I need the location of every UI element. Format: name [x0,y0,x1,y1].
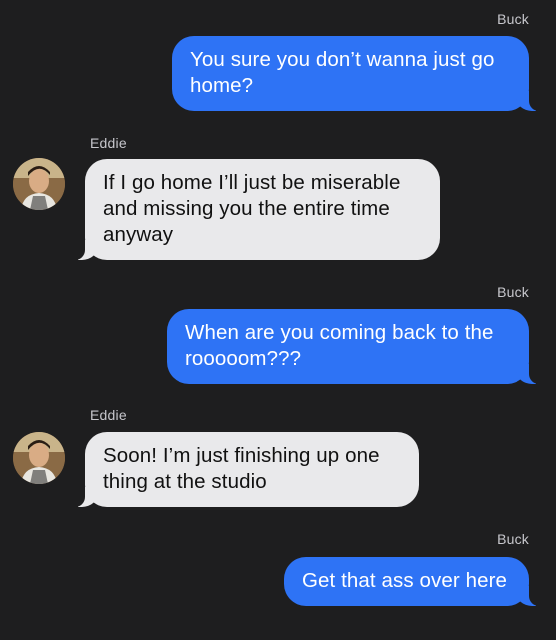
message-text: If I go home I’ll just be miserable and … [103,171,401,246]
message-bubble-outgoing[interactable]: When are you coming back to the rooooom?… [167,309,555,384]
sender-name-buck: Buck [497,11,529,27]
sender-name-eddie: Eddie [90,135,127,151]
message-text: You sure you don’t wanna just go home? [190,48,495,97]
message-text: When are you coming back to the rooooom?… [185,321,494,370]
sender-name-eddie: Eddie [90,407,127,423]
message-thread: Buck You sure you don’t wanna just go ho… [0,0,556,640]
message-text: Get that ass over here [302,569,508,592]
avatar-icon[interactable] [13,158,65,210]
message-bubble-incoming[interactable]: If I go home I’ll just be miserable and … [59,159,440,260]
sender-name-buck: Buck [497,284,529,300]
message-text: Soon! I’m just finishing up one thing at… [103,444,380,493]
avatar-icon[interactable] [13,432,65,484]
message-bubble-outgoing[interactable]: Get that ass over here [284,557,555,606]
message-bubble-incoming[interactable]: Soon! I’m just finishing up one thing at… [59,432,419,507]
sender-name-buck: Buck [497,531,529,547]
message-bubble-outgoing[interactable]: You sure you don’t wanna just go home? [172,36,555,111]
